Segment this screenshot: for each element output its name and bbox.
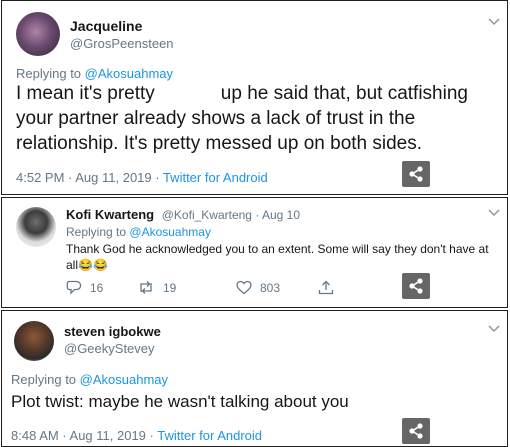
tweet-text-start: I mean it's pretty xyxy=(16,83,155,104)
like-count: 803 xyxy=(260,280,281,295)
tweet-meta: 8:48 AM · Aug 11, 2019 · Twitter for And… xyxy=(11,428,262,443)
timestamp[interactable]: 8:48 AM · Aug 11, 2019 · xyxy=(11,428,157,443)
replying-to: Replying to @Akosuahmay xyxy=(16,66,173,81)
replying-to-link[interactable]: @Akosuahmay xyxy=(80,372,168,387)
source-link[interactable]: Twitter for Android xyxy=(163,170,268,185)
like-action[interactable]: 803 xyxy=(236,280,280,295)
author-handle[interactable]: @GeekyStevey xyxy=(64,341,155,356)
tweet-actions: 16 19 803 xyxy=(66,280,346,298)
tweet-text: I mean it's pretty up he said that, but c… xyxy=(16,81,500,156)
author-handle[interactable]: @GrosPeensteen xyxy=(70,36,174,51)
author-name[interactable]: Jacqueline xyxy=(70,18,142,34)
replying-prefix: Replying to xyxy=(11,372,77,387)
retweet-count: 19 xyxy=(163,280,177,295)
replying-to-link[interactable]: @Akosuahmay xyxy=(85,66,173,81)
tweet-meta: 4:52 PM · Aug 11, 2019 · Twitter for And… xyxy=(16,170,268,185)
chevron-down-icon[interactable] xyxy=(488,325,500,333)
reply-icon xyxy=(66,280,82,295)
share-button[interactable] xyxy=(402,161,430,187)
retweet-action[interactable]: 19 xyxy=(137,280,176,295)
author-header: Kofi Kwarteng @Kofi_Kwarteng · Aug 10 xyxy=(66,207,300,222)
source-link[interactable]: Twitter for Android xyxy=(157,428,262,443)
share-icon xyxy=(409,278,423,294)
upload-action[interactable] xyxy=(318,280,334,295)
reply-count: 16 xyxy=(90,280,104,295)
author-name[interactable]: steven igbokwe xyxy=(64,324,161,339)
chevron-down-icon[interactable] xyxy=(488,209,500,217)
avatar[interactable] xyxy=(16,12,60,56)
replying-to: Replying to @Akosuahmay xyxy=(66,225,211,239)
like-icon xyxy=(236,280,252,295)
share-icon xyxy=(409,423,423,439)
replying-prefix: Replying to xyxy=(16,66,82,81)
share-button[interactable] xyxy=(402,273,430,299)
share-button[interactable] xyxy=(402,418,430,444)
upload-icon xyxy=(318,280,334,295)
tweet-card-1: Jacqueline @GrosPeensteen Replying to @A… xyxy=(1,0,508,195)
retweet-icon xyxy=(140,281,152,294)
author-handle[interactable]: @Kofi_Kwarteng · Aug 10 xyxy=(162,208,300,222)
replying-to-link[interactable]: @Akosuahmay xyxy=(129,225,211,239)
avatar[interactable] xyxy=(14,321,54,361)
avatar[interactable] xyxy=(16,207,56,247)
tweet-card-3: steven igbokwe @GeekyStevey Replying to … xyxy=(1,310,508,447)
tweet-card-2: Kofi Kwarteng @Kofi_Kwarteng · Aug 10 Re… xyxy=(1,197,508,308)
replying-to: Replying to @Akosuahmay xyxy=(11,372,168,387)
tweet-text: Plot twist: maybe he wasn't talking abou… xyxy=(11,392,349,411)
replying-prefix: Replying to xyxy=(66,225,127,239)
author-name[interactable]: Kofi Kwarteng xyxy=(66,207,154,222)
tweet-text: Thank God he acknowledged you to an exte… xyxy=(66,242,489,272)
chevron-down-icon[interactable] xyxy=(488,18,500,26)
timestamp[interactable]: 4:52 PM · Aug 11, 2019 · xyxy=(16,170,163,185)
reply-action[interactable]: 16 xyxy=(66,280,103,295)
share-icon xyxy=(409,166,423,182)
